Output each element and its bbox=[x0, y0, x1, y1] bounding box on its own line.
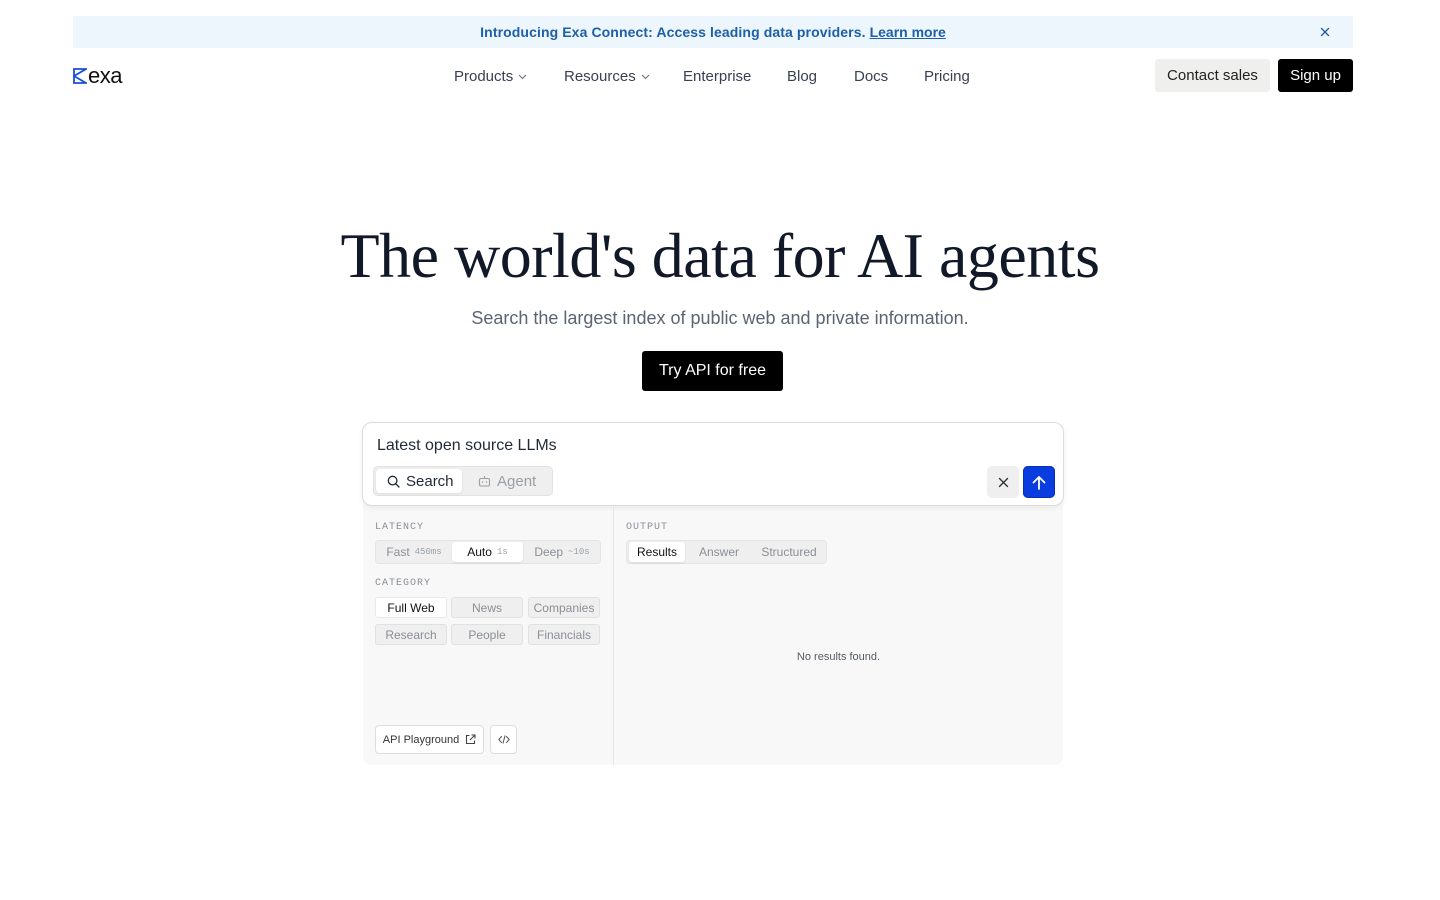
category-companies[interactable]: Companies bbox=[528, 597, 600, 618]
nav-item-enterprise[interactable]: Enterprise bbox=[683, 59, 787, 93]
hero-title: The world's data for AI agents bbox=[340, 220, 1100, 291]
latency-selector: Fast 450ms Auto 1s Deep ~10s bbox=[375, 540, 601, 564]
logo-text: exa bbox=[88, 63, 122, 88]
latency-option-hint: 450ms bbox=[414, 547, 442, 557]
code-icon bbox=[497, 735, 510, 744]
nav-item-pricing[interactable]: Pricing bbox=[924, 59, 984, 93]
try-api-button[interactable]: Try API for free bbox=[642, 351, 783, 391]
close-icon bbox=[1320, 27, 1330, 37]
latency-option-hint: ~10s bbox=[568, 547, 590, 557]
latency-option-label: Auto bbox=[467, 545, 492, 559]
latency-option-auto[interactable]: Auto 1s bbox=[452, 542, 523, 562]
top-nav: exa Products Resources Enterprise Blog D… bbox=[73, 59, 1353, 93]
nav-item-resources[interactable]: Resources bbox=[564, 59, 683, 93]
nav-item-blog[interactable]: Blog bbox=[787, 59, 854, 93]
mode-agent-label: Agent bbox=[497, 472, 537, 490]
search-query-input[interactable] bbox=[377, 435, 877, 457]
nav-item-label: Enterprise bbox=[683, 67, 752, 85]
category-people[interactable]: People bbox=[451, 624, 523, 645]
chevron-down-icon bbox=[641, 74, 650, 79]
banner-close-button[interactable] bbox=[1317, 24, 1333, 40]
exa-logo[interactable]: exa bbox=[73, 65, 122, 87]
nav-item-label: Blog bbox=[787, 67, 818, 85]
banner-text: Introducing Exa Connect: Access leading … bbox=[480, 24, 866, 40]
api-playground-label: API Playground bbox=[382, 733, 460, 746]
mode-toggle: Search Agent bbox=[373, 466, 553, 496]
mode-agent-tab[interactable]: Agent bbox=[478, 469, 550, 493]
nav-item-label: Docs bbox=[854, 67, 889, 85]
clear-query-button[interactable] bbox=[987, 466, 1019, 498]
tab-structured[interactable]: Structured bbox=[753, 542, 825, 562]
search-card: Search Agent bbox=[362, 422, 1064, 506]
view-code-button[interactable] bbox=[490, 725, 517, 754]
submit-search-button[interactable] bbox=[1023, 466, 1055, 498]
nav-links: Products Resources Enterprise Blog Docs … bbox=[454, 59, 984, 93]
close-icon bbox=[998, 477, 1008, 487]
category-research[interactable]: Research bbox=[375, 624, 447, 645]
latency-option-hint: 1s bbox=[496, 547, 508, 557]
exa-logo-mark-icon bbox=[73, 68, 87, 84]
banner-learn-more-link[interactable]: Learn more bbox=[870, 24, 946, 40]
chevron-down-icon bbox=[518, 74, 527, 79]
category-financials[interactable]: Financials bbox=[528, 624, 600, 645]
no-results-message: No results found. bbox=[796, 651, 881, 663]
latency-option-fast[interactable]: Fast 450ms bbox=[378, 542, 450, 562]
search-icon bbox=[387, 475, 400, 488]
category-full-web[interactable]: Full Web bbox=[375, 597, 447, 618]
nav-item-label: Products bbox=[454, 67, 514, 85]
latency-option-label: Fast bbox=[386, 545, 410, 559]
external-link-icon bbox=[466, 734, 476, 745]
robot-icon bbox=[478, 476, 491, 487]
mode-search-label: Search bbox=[406, 472, 454, 490]
tab-results[interactable]: Results bbox=[629, 542, 685, 562]
output-tabs: Results Answer Structured bbox=[626, 540, 827, 564]
contact-sales-button[interactable]: Contact sales bbox=[1155, 59, 1270, 92]
nav-item-docs[interactable]: Docs bbox=[854, 59, 924, 93]
tab-answer[interactable]: Answer bbox=[689, 542, 749, 562]
nav-item-products[interactable]: Products bbox=[454, 59, 564, 93]
mode-search-tab[interactable]: Search bbox=[376, 469, 462, 493]
latency-option-label: Deep bbox=[534, 545, 564, 559]
latency-option-deep[interactable]: Deep ~10s bbox=[525, 542, 599, 562]
latency-label: LATENCY bbox=[375, 522, 425, 533]
output-label: OUTPUT bbox=[626, 522, 669, 533]
arrow-up-icon bbox=[1032, 475, 1046, 490]
hero-subtitle: Search the largest index of public web a… bbox=[471, 308, 969, 328]
panel-divider bbox=[613, 506, 614, 765]
nav-item-label: Pricing bbox=[924, 67, 970, 85]
category-news[interactable]: News bbox=[451, 597, 523, 618]
category-label: CATEGORY bbox=[375, 578, 432, 589]
api-playground-button[interactable]: API Playground bbox=[375, 725, 484, 754]
announcement-banner: Introducing Exa Connect: Access leading … bbox=[73, 16, 1353, 48]
nav-item-label: Resources bbox=[564, 67, 636, 85]
sign-up-button[interactable]: Sign up bbox=[1278, 59, 1353, 92]
